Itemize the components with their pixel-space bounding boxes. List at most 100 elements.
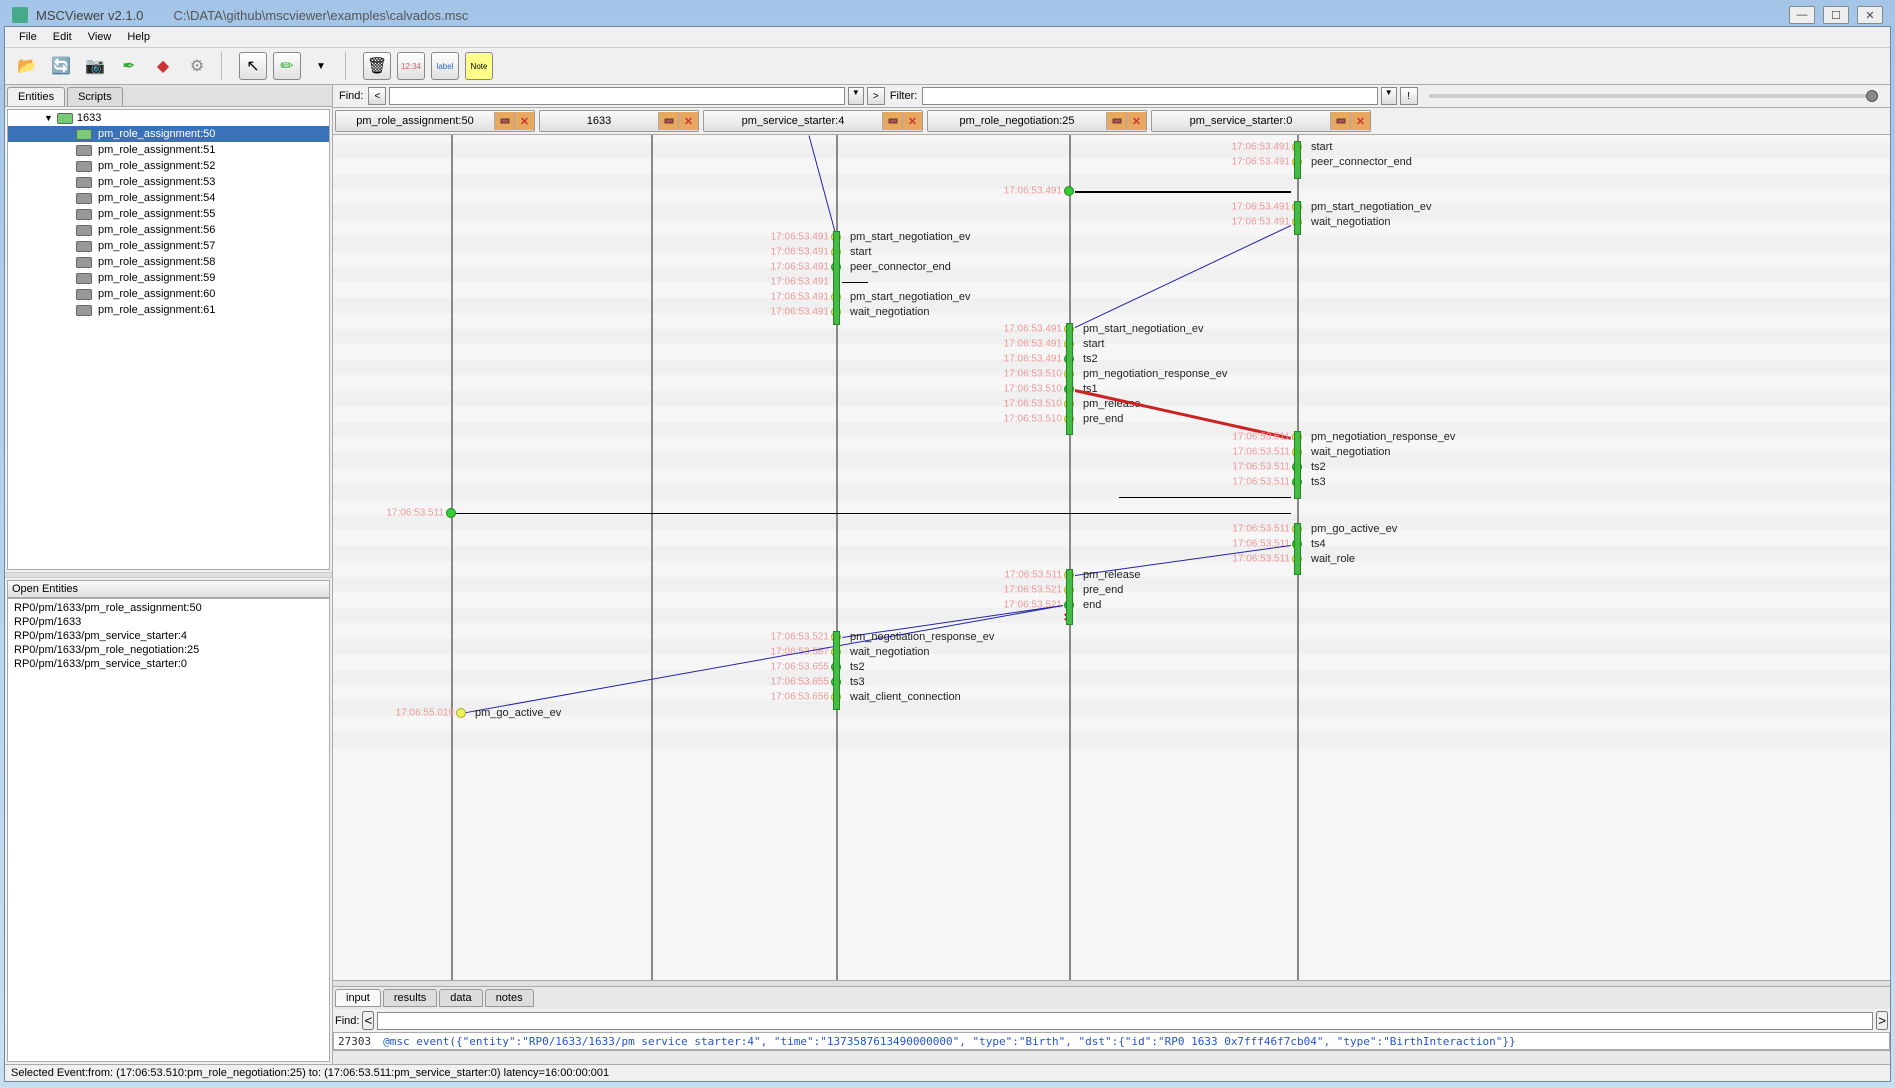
- cursor-icon[interactable]: ↖: [239, 52, 267, 80]
- timestamp-label: 17:06:53.511: [994, 570, 1062, 581]
- entity-collapse-icon[interactable]: [494, 112, 514, 130]
- menu-help[interactable]: Help: [121, 29, 156, 45]
- event-label: pm_go_active_ev: [475, 707, 561, 719]
- tree-item[interactable]: pm_role_assignment:57: [8, 238, 329, 254]
- camera-icon[interactable]: 📷: [81, 52, 109, 80]
- tab-results[interactable]: results: [383, 989, 437, 1007]
- entity-tree[interactable]: ▼ 1633 pm_role_assignment:50pm_role_assi…: [7, 109, 330, 570]
- menu-view[interactable]: View: [82, 29, 118, 45]
- entity-collapse-icon[interactable]: [1106, 112, 1126, 130]
- timestamp-label: 17:06:53.521: [761, 632, 829, 643]
- msc-diagram[interactable]: 17:06:53.491start17:06:53.491peer_connec…: [333, 135, 1890, 980]
- right-panel: Find: < ▼ > Filter: ▼ ! pm_role_assignme…: [333, 85, 1890, 1064]
- filter-input[interactable]: [922, 87, 1377, 105]
- message-arrow[interactable]: [455, 513, 1291, 514]
- entity-close-icon[interactable]: ✕: [1350, 112, 1370, 130]
- tab-data[interactable]: data: [439, 989, 482, 1007]
- filter-combo-icon[interactable]: ▼: [1381, 87, 1397, 105]
- find-combo-icon[interactable]: ▼: [848, 87, 864, 105]
- timestamp-label: 17:06:53.511: [1222, 447, 1290, 458]
- find-input[interactable]: [389, 87, 844, 105]
- event-label: pm_start_negotiation_ev: [850, 291, 970, 303]
- menu-file[interactable]: File: [13, 29, 43, 45]
- activation-bar: [833, 631, 840, 710]
- entity-collapse-icon[interactable]: [1330, 112, 1350, 130]
- refresh-icon[interactable]: 🔄: [47, 52, 75, 80]
- message-arrow[interactable]: [1075, 191, 1291, 193]
- marker-green-icon[interactable]: ✒: [115, 52, 143, 80]
- entity-close-icon[interactable]: ✕: [902, 112, 922, 130]
- open-entity-item[interactable]: RP0/pm/1633/pm_role_negotiation:25: [14, 643, 323, 657]
- tab-notes[interactable]: notes: [485, 989, 534, 1007]
- maximize-button[interactable]: ☐: [1823, 6, 1849, 24]
- open-entity-item[interactable]: RP0/pm/1633/pm_service_starter:0: [14, 657, 323, 671]
- find-next-button[interactable]: >: [867, 87, 885, 105]
- timestamp-label: 17:06:53.521: [994, 585, 1062, 596]
- highlighter-icon[interactable]: ✏: [273, 52, 301, 80]
- entity-icon: [76, 289, 92, 300]
- entity-icon: [76, 161, 92, 172]
- timestamp-toggle-icon[interactable]: 12:34: [397, 52, 425, 80]
- tree-item[interactable]: pm_role_assignment:51: [8, 142, 329, 158]
- trash-icon[interactable]: 🗑: [363, 52, 391, 80]
- close-window-button[interactable]: ✕: [1857, 6, 1883, 24]
- tree-item[interactable]: pm_role_assignment:54: [8, 190, 329, 206]
- tree-item-label: pm_role_assignment:56: [98, 224, 215, 236]
- entity-close-icon[interactable]: ✕: [678, 112, 698, 130]
- tree-item[interactable]: pm_role_assignment:50: [8, 126, 329, 142]
- tab-scripts[interactable]: Scripts: [67, 87, 123, 106]
- log-find-next[interactable]: >: [1876, 1011, 1888, 1030]
- event-dot[interactable]: [456, 708, 466, 718]
- tree-item[interactable]: pm_role_assignment:61: [8, 302, 329, 318]
- open-entity-item[interactable]: RP0/pm/1633: [14, 615, 323, 629]
- activation-bar: [1066, 569, 1073, 625]
- tab-entities[interactable]: Entities: [7, 87, 65, 106]
- tree-parent-node[interactable]: ▼ 1633: [8, 110, 329, 126]
- open-entity-item[interactable]: RP0/pm/1633/pm_service_starter:4: [14, 629, 323, 643]
- find-prev-button[interactable]: <: [368, 87, 386, 105]
- filter-excl-button[interactable]: !: [1400, 87, 1418, 105]
- log-hscroll[interactable]: [333, 1050, 1890, 1064]
- collapse-icon[interactable]: ▼: [44, 113, 53, 123]
- entity-collapse-icon[interactable]: [882, 112, 902, 130]
- log-find-input[interactable]: [377, 1012, 1873, 1030]
- event-label: ts2: [850, 661, 865, 673]
- open-icon[interactable]: 📂: [13, 52, 41, 80]
- dropdown-icon[interactable]: ▼: [307, 52, 335, 80]
- menu-edit[interactable]: Edit: [47, 29, 78, 45]
- entity-header: 1633✕: [539, 110, 699, 132]
- tree-item[interactable]: pm_role_assignment:52: [8, 158, 329, 174]
- entity-close-icon[interactable]: ✕: [514, 112, 534, 130]
- message-arrow[interactable]: [842, 282, 868, 283]
- message-arrow[interactable]: [1119, 497, 1291, 498]
- entity-icon: [76, 241, 92, 252]
- tree-item[interactable]: pm_role_assignment:56: [8, 222, 329, 238]
- open-entities-list: RP0/pm/1633/pm_role_assignment:50RP0/pm/…: [7, 598, 330, 1063]
- tree-item[interactable]: pm_role_assignment:58: [8, 254, 329, 270]
- open-entity-item[interactable]: RP0/pm/1633/pm_role_assignment:50: [14, 601, 323, 615]
- tree-item[interactable]: pm_role_assignment:53: [8, 174, 329, 190]
- settings-icon[interactable]: ⚙: [183, 52, 211, 80]
- entity-close-icon[interactable]: ✕: [1126, 112, 1146, 130]
- event-label: start: [1311, 141, 1332, 153]
- tree-item[interactable]: pm_role_assignment:60: [8, 286, 329, 302]
- horizontal-splitter[interactable]: [5, 572, 332, 578]
- zoom-slider[interactable]: [1429, 94, 1878, 98]
- minimize-button[interactable]: —: [1789, 6, 1815, 24]
- toolbar: 📂 🔄 📷 ✒ ◆ ⚙ ↖ ✏ ▼ 🗑 12:34 label Note: [5, 48, 1890, 85]
- log-find-prev[interactable]: <: [362, 1011, 374, 1030]
- app-title: MSCViewer v2.1.0: [36, 8, 143, 23]
- tree-item[interactable]: pm_role_assignment:59: [8, 270, 329, 286]
- flag-red-icon[interactable]: ◆: [149, 52, 177, 80]
- event-dot[interactable]: [446, 508, 456, 518]
- timestamp-label: 17:06:53.511: [1222, 539, 1290, 550]
- note-icon[interactable]: Note: [465, 52, 493, 80]
- label-toggle-icon[interactable]: label: [431, 52, 459, 80]
- entity-header-label: pm_role_assignment:50: [336, 115, 494, 127]
- event-label: wait_negotiation: [1311, 216, 1391, 228]
- entity-collapse-icon[interactable]: [658, 112, 678, 130]
- event-dot[interactable]: [1064, 186, 1074, 196]
- tab-input[interactable]: input: [335, 989, 381, 1007]
- tree-item[interactable]: pm_role_assignment:55: [8, 206, 329, 222]
- timestamp-label: 17:06:53.521: [994, 600, 1062, 611]
